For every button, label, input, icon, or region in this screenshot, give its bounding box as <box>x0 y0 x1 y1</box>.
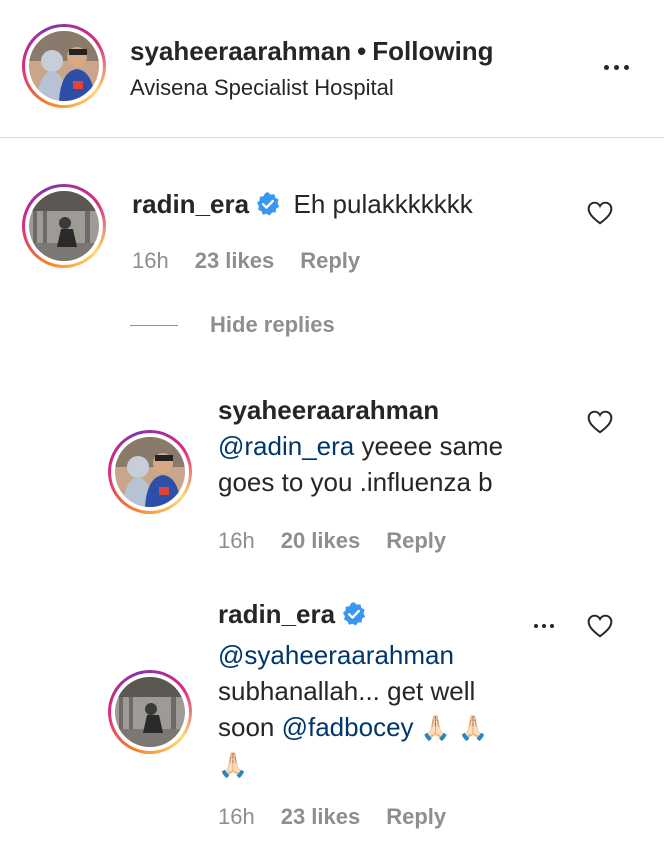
reply-text-line2: soon @fadbocey 🙏🏻 🙏🏻 <box>218 709 558 746</box>
reply-meta: 16h 23 likes Reply <box>218 804 472 830</box>
couple-photo-icon <box>29 31 99 101</box>
comment-username[interactable]: radin_era <box>132 189 249 219</box>
reply-button[interactable]: Reply <box>300 248 360 273</box>
reply-meta: 16h 20 likes Reply <box>218 528 472 554</box>
verified-badge-icon <box>257 192 280 216</box>
location-link[interactable]: Avisena Specialist Hospital <box>130 75 494 101</box>
reply-likes[interactable]: 20 likes <box>281 528 361 553</box>
comment-likes[interactable]: 23 likes <box>195 248 275 273</box>
header-title-line: syaheeraarahman • Following <box>130 36 494 67</box>
heart-outline-icon[interactable] <box>587 201 613 225</box>
radin-photo-icon <box>29 191 99 261</box>
reply-time: 16h <box>218 804 255 829</box>
divider-line <box>130 324 178 326</box>
praying-hands-emoji: 🙏🏻 🙏🏻 <box>420 714 489 742</box>
hide-replies-toggle[interactable]: Hide replies <box>130 312 335 338</box>
reply-username[interactable]: radin_era <box>218 599 335 629</box>
reply-text-line1: @radin_era yeeee same <box>218 428 578 464</box>
reply-likes[interactable]: 23 likes <box>281 804 361 829</box>
reply-username[interactable]: syaheeraarahman <box>218 392 578 428</box>
couple-photo-icon <box>115 437 185 507</box>
reply-text-line3: 🙏🏻 <box>218 746 558 783</box>
mention-link[interactable]: @syaheeraarahman <box>218 637 558 673</box>
comment-body: radin_era Eh pulakkkkkkk <box>132 186 473 222</box>
header-avatar[interactable] <box>22 24 106 108</box>
header-username[interactable]: syaheeraarahman <box>130 36 351 66</box>
reply-text: soon <box>218 712 282 742</box>
radin-photo-icon <box>115 677 185 747</box>
reply-header: radin_era <box>218 596 558 637</box>
heart-outline-icon[interactable] <box>587 410 613 434</box>
comment-avatar[interactable] <box>22 184 106 268</box>
follow-status-button[interactable]: Following <box>372 36 493 66</box>
mention-link[interactable]: @radin_era <box>218 431 354 461</box>
heart-outline-icon[interactable] <box>587 614 613 638</box>
reply-body: syaheeraarahman @radin_era yeeee same go… <box>218 392 578 500</box>
comment-options-icon[interactable] <box>534 624 554 628</box>
reply-avatar[interactable] <box>108 670 192 754</box>
reply-button[interactable]: Reply <box>386 528 446 553</box>
comment-meta: 16h 23 likes Reply <box>132 248 386 274</box>
praying-hands-emoji: 🙏🏻 <box>218 751 248 779</box>
comment-time: 16h <box>132 248 169 273</box>
hide-replies-label[interactable]: Hide replies <box>210 312 335 338</box>
reply-text-line1: subhanallah... get well <box>218 676 476 706</box>
more-options-icon[interactable] <box>596 52 636 82</box>
reply-body: radin_era @syaheeraarahman subhanallah..… <box>218 596 558 783</box>
separator-dot: • <box>357 36 367 66</box>
reply-time: 16h <box>218 528 255 553</box>
comment-text: Eh pulakkkkkkk <box>293 189 473 219</box>
mention-link[interactable]: @fadbocey <box>282 712 414 742</box>
verified-badge-icon <box>343 602 366 626</box>
post-header: syaheeraarahman • Following Avisena Specia… <box>0 0 664 138</box>
reply-text: yeeee same <box>354 431 504 461</box>
reply-text-line2: goes to you .influenza b <box>218 467 493 497</box>
reply-button[interactable]: Reply <box>386 804 446 829</box>
reply-avatar[interactable] <box>108 430 192 514</box>
